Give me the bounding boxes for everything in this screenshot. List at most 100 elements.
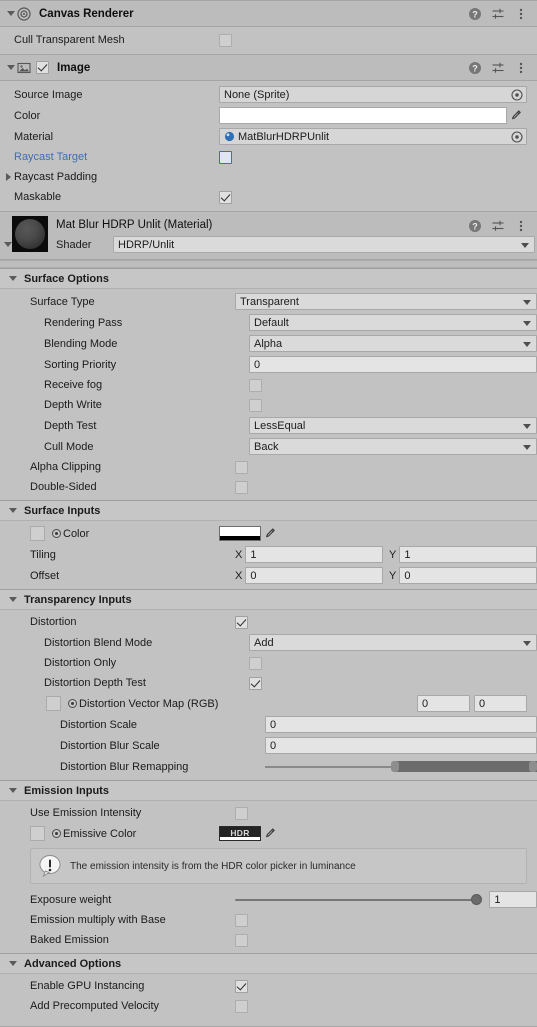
emissive-color-texture-slot[interactable] xyxy=(30,826,45,841)
distortion-only-checkbox[interactable] xyxy=(249,656,262,670)
tiling-x-input[interactable]: 1 xyxy=(245,546,383,563)
distortion-vector-map-texture-slot[interactable] xyxy=(46,696,61,711)
eyedropper-icon[interactable] xyxy=(261,526,277,541)
help-icon[interactable]: ? xyxy=(468,7,482,21)
kebab-menu-icon[interactable] xyxy=(514,7,528,21)
section-header-emission-inputs[interactable]: Emission Inputs xyxy=(0,780,537,801)
section-header-surface-inputs[interactable]: Surface Inputs xyxy=(0,500,537,521)
surface-type-dropdown[interactable]: Transparent xyxy=(235,293,537,310)
kebab-menu-icon[interactable] xyxy=(514,219,528,233)
use-emission-intensity-checkbox[interactable] xyxy=(235,806,248,820)
blending-mode-dropdown[interactable]: Alpha xyxy=(249,335,537,352)
depth-test-dropdown[interactable]: LessEqual xyxy=(249,417,537,434)
row-exposure-weight: Exposure weight 1 xyxy=(0,889,537,910)
source-image-object-field[interactable]: None (Sprite) xyxy=(219,86,527,103)
chevron-down-icon xyxy=(523,320,531,326)
range-min-handle[interactable] xyxy=(391,761,400,772)
row-label: Alpha Clipping xyxy=(30,461,101,473)
exposure-weight-input[interactable]: 1 xyxy=(489,891,537,908)
distortion-vector-map-value-2[interactable]: 0 xyxy=(474,695,527,712)
row-label: Emission multiply with Base xyxy=(30,914,166,926)
row-maskable: Maskable xyxy=(0,187,537,207)
tiling-y-input[interactable]: 1 xyxy=(399,546,537,563)
section-header-transparency-inputs[interactable]: Transparency Inputs xyxy=(0,589,537,610)
image-enabled-checkbox[interactable] xyxy=(36,61,49,74)
preset-icon[interactable] xyxy=(491,219,505,233)
unity-inspector-panel: Canvas Renderer ? Cull Transparent Mesh xyxy=(0,0,537,1027)
add-precomputed-velocity-checkbox[interactable] xyxy=(235,999,248,1013)
distortion-blend-mode-dropdown[interactable]: Add xyxy=(249,634,537,651)
row-label: Color xyxy=(63,527,90,540)
distortion-vector-map-value-1[interactable]: 0 xyxy=(417,695,470,712)
cull-transparent-mesh-checkbox[interactable] xyxy=(219,33,232,47)
component-title: Canvas Renderer xyxy=(39,7,134,20)
baked-emission-checkbox[interactable] xyxy=(235,933,248,947)
distortion-blur-remapping-slider[interactable] xyxy=(265,758,537,775)
component-header-image[interactable]: Image ? xyxy=(0,54,537,81)
section-header-advanced-options[interactable]: Advanced Options xyxy=(0,953,537,974)
emissive-color-swatch[interactable]: HDR xyxy=(219,826,261,841)
enable-gpu-instancing-checkbox[interactable] xyxy=(235,979,248,993)
alpha-clipping-checkbox[interactable] xyxy=(235,460,248,474)
slider-handle[interactable] xyxy=(470,894,482,905)
foldout-advanced-options[interactable] xyxy=(6,957,19,970)
preset-icon[interactable] xyxy=(491,61,505,75)
foldout-emission-inputs[interactable] xyxy=(6,784,19,797)
double-sided-checkbox[interactable] xyxy=(235,480,248,494)
depth-write-checkbox[interactable] xyxy=(249,398,262,412)
kebab-menu-icon[interactable] xyxy=(514,61,528,75)
eyedropper-icon[interactable] xyxy=(261,826,277,841)
row-label: Blending Mode xyxy=(44,337,118,350)
foldout-surface-inputs[interactable] xyxy=(6,504,19,517)
offset-y-input[interactable]: 0 xyxy=(399,567,537,584)
surface-color-swatch[interactable] xyxy=(219,526,261,541)
shader-dropdown[interactable]: HDRP/Unlit xyxy=(113,236,535,253)
rendering-pass-dropdown[interactable]: Default xyxy=(249,314,537,331)
row-label: Emissive Color xyxy=(63,827,137,840)
foldout-image[interactable] xyxy=(4,61,17,74)
row-depth-write: Depth Write xyxy=(0,395,537,415)
foldout-transparency-inputs[interactable] xyxy=(6,593,19,606)
material-title: Mat Blur HDRP Unlit (Material) xyxy=(56,219,213,231)
eyedropper-icon[interactable] xyxy=(507,108,523,123)
color-texture-slot[interactable] xyxy=(30,526,45,541)
exposure-weight-slider[interactable] xyxy=(235,891,482,908)
row-raycast-padding[interactable]: Raycast Padding xyxy=(0,167,537,187)
section-header-surface-options[interactable]: Surface Options xyxy=(0,268,537,289)
row-cull-mode: Cull Mode Back xyxy=(0,436,537,457)
receive-fog-checkbox[interactable] xyxy=(249,378,262,392)
distortion-depth-test-checkbox[interactable] xyxy=(249,676,262,690)
raycast-target-checkbox[interactable] xyxy=(219,150,232,164)
maskable-checkbox[interactable] xyxy=(219,190,232,204)
foldout-material[interactable] xyxy=(4,242,12,247)
help-icon[interactable]: ? xyxy=(468,219,482,233)
distortion-checkbox[interactable] xyxy=(235,615,248,629)
range-max-handle[interactable] xyxy=(529,761,537,772)
help-icon[interactable]: ? xyxy=(468,61,482,75)
row-label: Distortion Only xyxy=(44,657,117,669)
row-label: Baked Emission xyxy=(30,934,109,946)
preset-icon[interactable] xyxy=(491,7,505,21)
row-label: Receive fog xyxy=(44,379,103,391)
material-object-field[interactable]: MatBlurHDRPUnlit xyxy=(219,128,527,145)
emissive-color-override-dot-icon xyxy=(52,829,61,838)
foldout-surface-options[interactable] xyxy=(6,272,19,285)
component-header-canvas-renderer[interactable]: Canvas Renderer ? xyxy=(0,0,537,27)
canvas-renderer-icon xyxy=(17,6,31,21)
row-label: Tiling xyxy=(30,548,56,561)
value: 1 xyxy=(250,548,257,561)
object-picker-icon[interactable] xyxy=(511,88,523,101)
row-cull-transparent-mesh: Cull Transparent Mesh xyxy=(0,30,537,50)
row-label: Distortion Blend Mode xyxy=(44,636,153,649)
image-color-field[interactable] xyxy=(219,107,507,124)
foldout-canvas-renderer[interactable] xyxy=(4,7,17,20)
row-sorting-priority: Sorting Priority 0 xyxy=(0,354,537,375)
distortion-scale-input[interactable]: 0 xyxy=(265,716,537,733)
emission-multiply-with-base-checkbox[interactable] xyxy=(235,913,248,927)
advanced-options-body: Enable GPU Instancing Add Precomputed Ve… xyxy=(0,974,537,1019)
distortion-blur-scale-input[interactable]: 0 xyxy=(265,737,537,754)
offset-x-input[interactable]: 0 xyxy=(245,567,383,584)
object-picker-icon[interactable] xyxy=(511,130,523,143)
cull-mode-dropdown[interactable]: Back xyxy=(249,438,537,455)
sorting-priority-input[interactable]: 0 xyxy=(249,356,537,373)
